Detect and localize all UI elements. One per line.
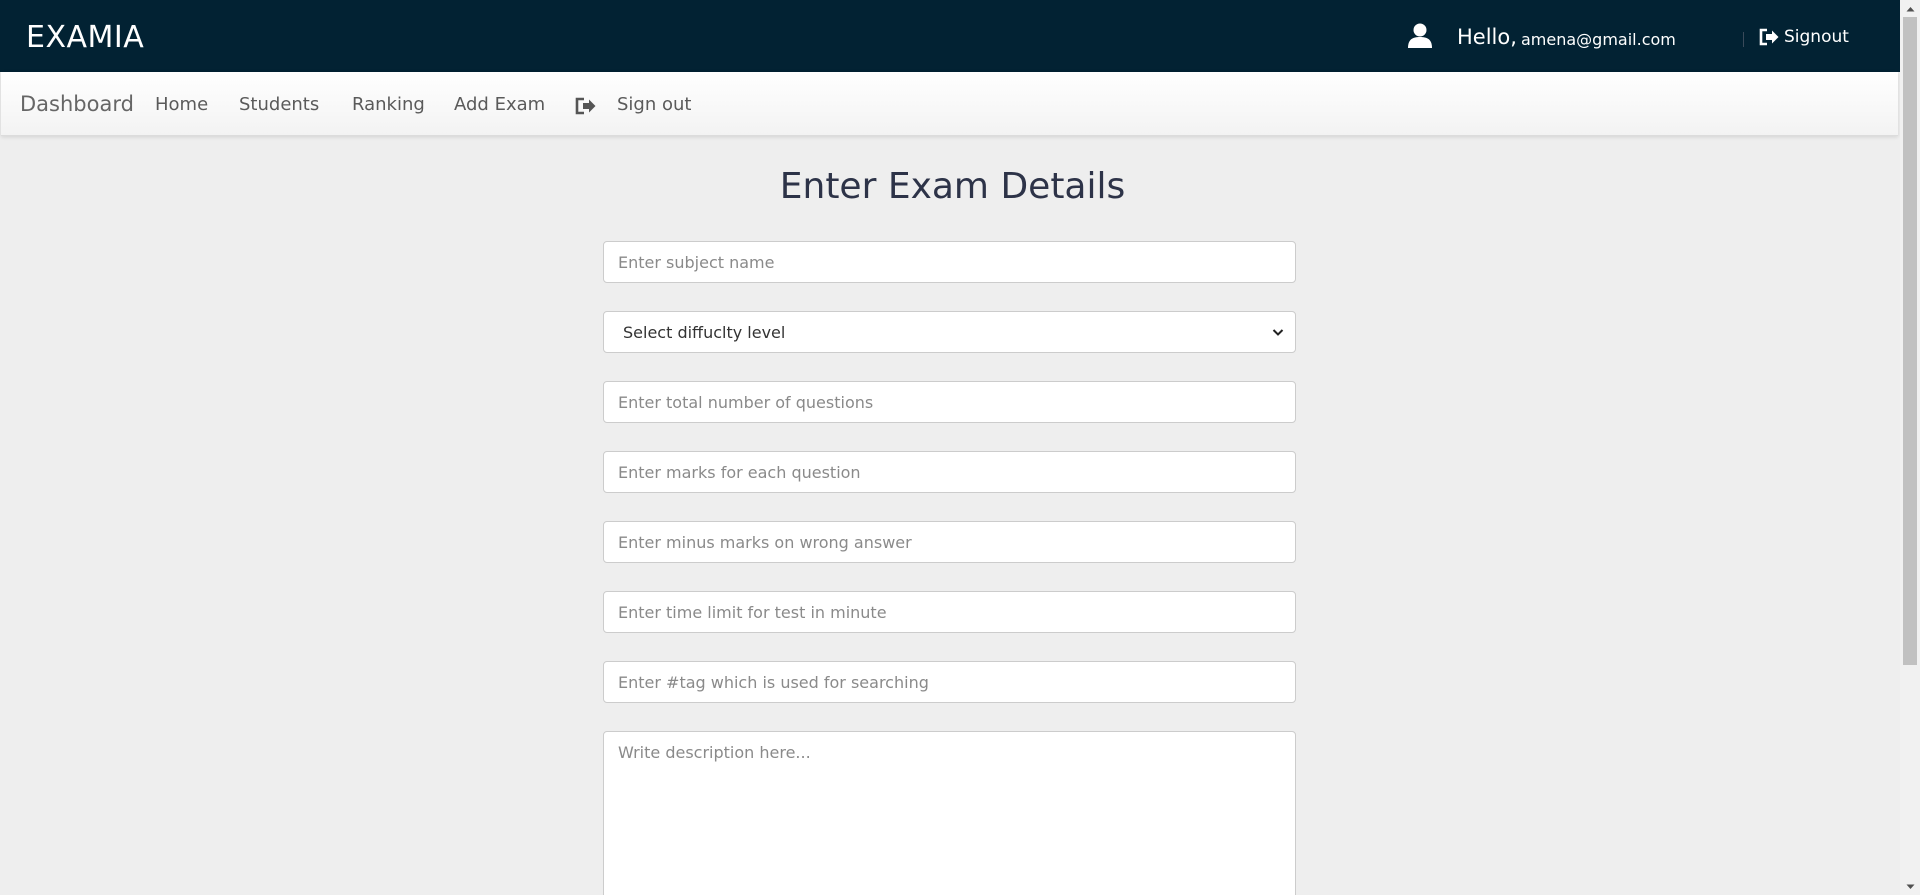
signout-label: Signout [1784, 27, 1849, 47]
user-email: amena@gmail.com [1521, 30, 1676, 49]
subject-name-input[interactable] [603, 241, 1296, 283]
sign-out-icon [1759, 28, 1779, 46]
nav-item-students[interactable]: Students [239, 94, 319, 115]
user-icon [1408, 23, 1432, 48]
page-title: Enter Exam Details [779, 166, 1126, 207]
page: EXAMIA Hello, amena@gmail.com Signout Da… [0, 0, 1920, 895]
brand-logo[interactable]: EXAMIA [26, 20, 144, 55]
scroll-down-arrow-icon[interactable] [1900, 878, 1920, 895]
minus-marks-input[interactable] [603, 521, 1296, 563]
difficulty-select[interactable]: Select diffuclty level [603, 311, 1296, 353]
sign-out-icon[interactable] [574, 96, 598, 116]
signout-button[interactable]: Signout [1758, 27, 1849, 47]
nav-item-ranking[interactable]: Ranking [352, 94, 425, 115]
description-textarea[interactable] [603, 731, 1296, 895]
chevron-down-icon [1272, 329, 1284, 336]
total-questions-input[interactable] [603, 381, 1296, 423]
marks-per-question-input[interactable] [603, 451, 1296, 493]
difficulty-selected-value: Select diffuclty level [623, 322, 786, 342]
top-header: EXAMIA Hello, amena@gmail.com Signout [0, 0, 1900, 72]
divider [1743, 32, 1744, 47]
scroll-up-arrow-icon[interactable] [1900, 0, 1920, 17]
nav-item-sign-out[interactable]: Sign out [617, 94, 691, 115]
greeting-text: Hello, [1457, 25, 1517, 49]
tag-input[interactable] [603, 661, 1296, 703]
nav-dashboard[interactable]: Dashboard [20, 92, 134, 116]
navbar: Dashboard Home Students Ranking Add Exam… [1, 72, 1898, 136]
nav-item-home[interactable]: Home [155, 94, 208, 115]
scrollbar[interactable] [1900, 0, 1920, 895]
scrollbar-thumb[interactable] [1903, 17, 1917, 665]
time-limit-input[interactable] [603, 591, 1296, 633]
nav-item-add-exam[interactable]: Add Exam [454, 94, 545, 115]
